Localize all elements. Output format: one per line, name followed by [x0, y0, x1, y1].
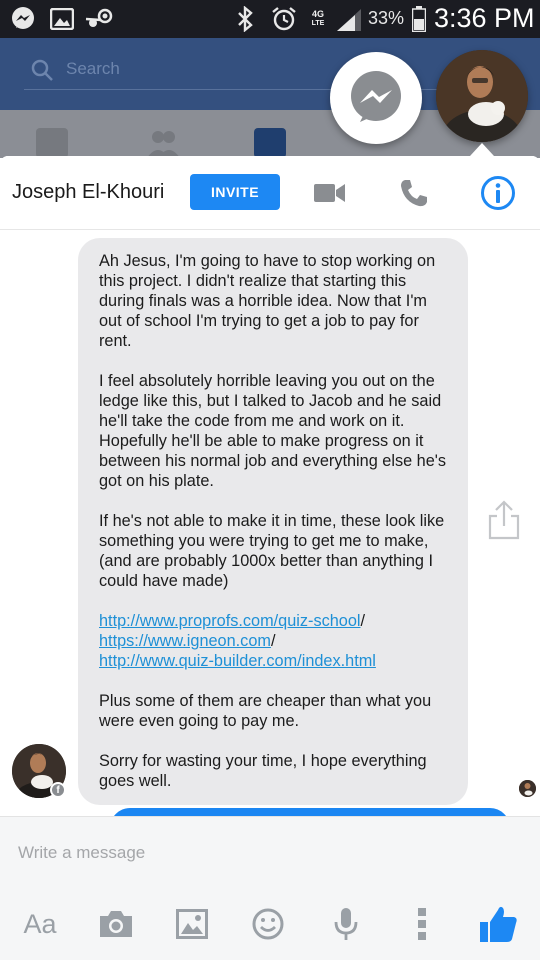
share-icon[interactable]: [486, 500, 522, 540]
phone-call-icon[interactable]: [394, 173, 434, 213]
microphone-icon[interactable]: [324, 902, 368, 946]
chat-head-pointer: [470, 143, 494, 156]
message-thread[interactable]: Ah Jesus, I'm going to have to stop work…: [0, 230, 540, 816]
message-paragraph: Plus some of them are cheaper than what …: [99, 692, 432, 730]
messenger-chat-head[interactable]: [330, 52, 422, 144]
messenger-icon: [8, 6, 38, 32]
status-bar: 4G LTE 33% 3:36 PM: [0, 0, 540, 38]
info-icon[interactable]: [478, 173, 518, 213]
chat-window: Joseph El-Khouri INVITE Ah Jesus, I'm go…: [0, 156, 540, 960]
like-icon[interactable]: [476, 902, 520, 946]
message-link[interactable]: http://www.quiz-builder.com/index.html: [99, 652, 376, 670]
camera-icon[interactable]: [94, 902, 138, 946]
message-link[interactable]: http://www.proprofs.com/quiz-school: [99, 612, 361, 630]
gallery-icon: [48, 6, 76, 32]
emoji-icon[interactable]: [246, 902, 290, 946]
incoming-message-bubble[interactable]: Ah Jesus, I'm going to have to stop work…: [78, 238, 468, 805]
4g-lte-icon: 4G LTE: [311, 9, 325, 28]
friends-tab-icon: [146, 128, 180, 158]
message-paragraph: If he's not able to make it in time, the…: [99, 512, 445, 590]
chat-header: Joseph El-Khouri INVITE: [0, 156, 540, 230]
text-toggle-label: Aa: [23, 908, 57, 939]
messages-tab-icon: [254, 128, 286, 158]
image-icon[interactable]: [170, 902, 214, 946]
outgoing-message-bubble[interactable]: [110, 808, 510, 816]
message-link[interactable]: https://www.igneon.com: [99, 632, 271, 650]
video-call-icon[interactable]: [310, 173, 350, 213]
message-paragraph: Ah Jesus, I'm going to have to stop work…: [99, 252, 436, 350]
message-input[interactable]: Write a message: [18, 843, 145, 863]
background-search-placeholder: Search: [66, 59, 120, 78]
more-icon[interactable]: [400, 902, 444, 946]
link-suffix: /: [360, 612, 366, 630]
battery-percent: 33%: [368, 8, 405, 28]
message-links: http://www.proprofs.com/quiz-school/ htt…: [99, 611, 448, 671]
network-label: 4G: [311, 9, 324, 19]
text-toggle-button[interactable]: Aa: [18, 902, 62, 946]
news-feed-tab-icon: [36, 128, 68, 158]
facebook-badge-icon: f: [50, 782, 66, 798]
bluetooth-icon: [232, 6, 258, 32]
composer-toolbar: Aa: [0, 888, 540, 960]
message-paragraph: I feel absolutely horrible leaving you o…: [99, 372, 447, 490]
signal-icon: [334, 6, 364, 32]
alarm-icon: [270, 6, 298, 32]
invite-button[interactable]: INVITE: [190, 174, 280, 210]
read-receipt-avatar: [519, 780, 536, 797]
contact-name[interactable]: Joseph El-Khouri: [12, 181, 164, 204]
battery-icon: [410, 6, 428, 32]
search-icon: [31, 59, 53, 81]
message-composer[interactable]: Write a message: [0, 816, 540, 888]
clock: 3:36 PM: [434, 3, 535, 33]
contact-chat-head-avatar[interactable]: [436, 50, 528, 142]
messenger-logo-icon: [351, 71, 401, 122]
message-paragraph: Sorry for wasting your time, I hope ever…: [99, 752, 427, 790]
link-suffix: /: [270, 632, 276, 650]
steam-icon: [84, 6, 114, 32]
